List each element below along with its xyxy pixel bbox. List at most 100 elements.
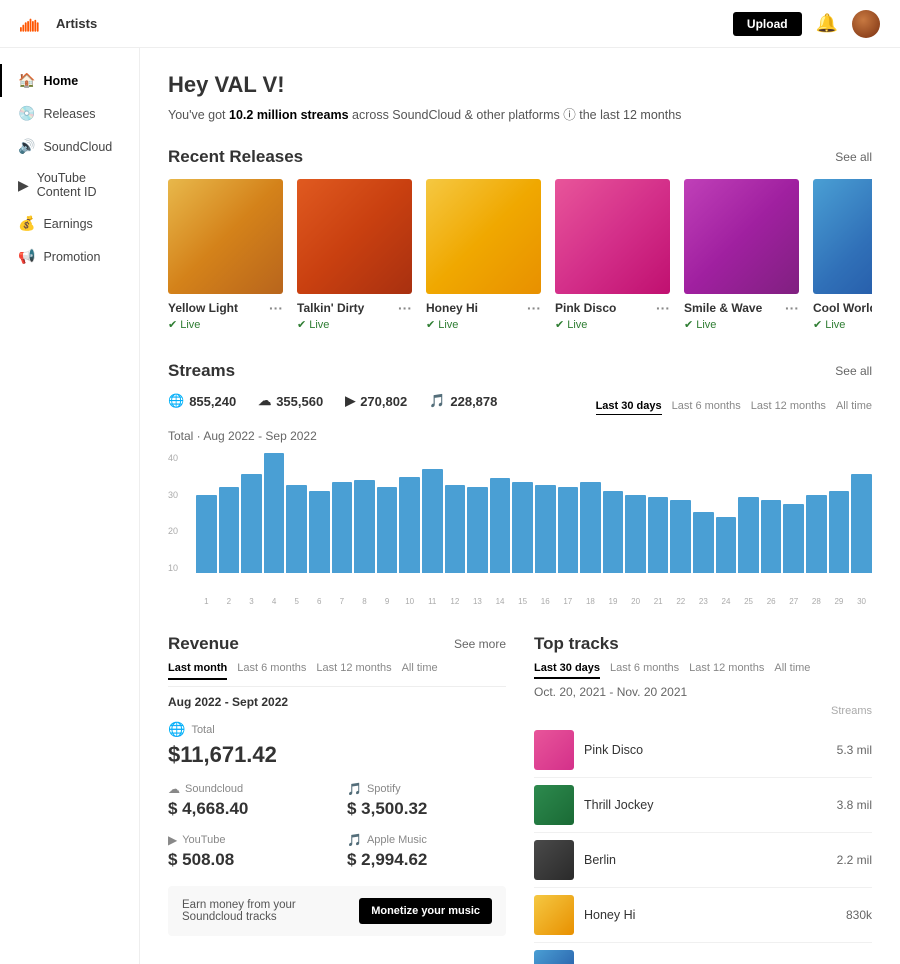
release-more-btn[interactable]: ···: [527, 300, 541, 316]
track-item[interactable]: Berlin 2.2 mil: [534, 833, 872, 888]
revenue-filter-btn[interactable]: All time: [402, 662, 438, 680]
chart-bar[interactable]: [467, 487, 488, 573]
release-more-btn[interactable]: ···: [785, 300, 799, 316]
x-axis-label: 16: [535, 597, 556, 606]
chart-bar[interactable]: [490, 478, 511, 573]
revenue-period: Aug 2022 - Sept 2022: [168, 695, 506, 709]
x-axis-label: 9: [377, 597, 398, 606]
tracks-filter-btn[interactable]: Last 12 months: [689, 662, 764, 679]
chart-bar[interactable]: [264, 453, 285, 573]
chart-bar[interactable]: [693, 512, 714, 573]
streams-filter-btn[interactable]: Last 30 days: [596, 398, 662, 415]
track-item[interactable]: Pink Disco 5.3 mil: [534, 723, 872, 778]
top-tracks-title: Top tracks: [534, 634, 872, 654]
chart-bar[interactable]: [241, 474, 262, 573]
sidebar-item-promotion[interactable]: 📢Promotion: [0, 240, 139, 273]
tracks-filter-btn[interactable]: Last 6 months: [610, 662, 679, 679]
track-item[interactable]: Honey Hi 830k: [534, 888, 872, 943]
chart-bar[interactable]: [377, 487, 398, 573]
streams-see-all[interactable]: See all: [835, 364, 872, 378]
releases-grid: Yellow Light ··· ✔ Live Talkin' Dirty ··…: [168, 179, 872, 331]
avatar[interactable]: [852, 10, 880, 38]
y-axis-label: 30: [168, 490, 178, 500]
release-item[interactable]: Honey Hi ··· ✔ Live: [426, 179, 541, 331]
chart-bar[interactable]: [399, 477, 420, 573]
track-name: Berlin: [584, 853, 827, 867]
chart-bar[interactable]: [851, 474, 872, 573]
main-content: Hey VAL V! You've got 10.2 million strea…: [140, 48, 900, 964]
release-item[interactable]: Pink Disco ··· ✔ Live: [555, 179, 670, 331]
revenue-filter-btn[interactable]: Last 12 months: [316, 662, 391, 680]
release-more-btn[interactable]: ···: [269, 300, 283, 316]
streams-filter-btn[interactable]: Last 12 months: [751, 398, 826, 415]
revenue-total-row: 🌐 Total: [168, 721, 506, 738]
chart-bar[interactable]: [219, 487, 240, 573]
chart-bar[interactable]: [445, 485, 466, 573]
chart-bar[interactable]: [716, 517, 737, 573]
revenue-filter-btn[interactable]: Last month: [168, 662, 227, 680]
release-status: ✔ Live: [684, 318, 799, 331]
release-item[interactable]: Talkin' Dirty ··· ✔ Live: [297, 179, 412, 331]
release-more-btn[interactable]: ···: [398, 300, 412, 316]
y-axis-label: 10: [168, 563, 178, 573]
track-item[interactable]: Thrill Jockey 3.8 mil: [534, 778, 872, 833]
releases-see-all[interactable]: See all: [835, 150, 872, 164]
earnings-icon: 💰: [18, 215, 35, 232]
chart-bar[interactable]: [829, 491, 850, 573]
upload-button[interactable]: Upload: [733, 12, 802, 36]
chart-bar[interactable]: [332, 482, 353, 573]
release-item[interactable]: Smile & Wave ··· ✔ Live: [684, 179, 799, 331]
sidebar-item-releases[interactable]: 💿Releases: [0, 97, 139, 130]
tracks-list: Pink Disco 5.3 mil Thrill Jockey 3.8 mil…: [534, 723, 872, 964]
chart-bar[interactable]: [535, 485, 556, 573]
release-item[interactable]: Cool World ··· ✔ Live: [813, 179, 872, 331]
x-axis-label: 2: [219, 597, 240, 606]
x-axis-label: 15: [512, 597, 533, 606]
chart-bar[interactable]: [648, 497, 669, 573]
revenue-filters: Last month Last 6 months Last 12 months All…: [168, 662, 506, 687]
track-item[interactable]: Conversations 670k: [534, 943, 872, 964]
chart-bar[interactable]: [670, 500, 691, 573]
rev-platform-icon: ▶: [168, 833, 177, 847]
track-streams: 830k: [846, 908, 872, 922]
chart-bar[interactable]: [354, 480, 375, 573]
notifications-icon[interactable]: 🔔: [816, 13, 838, 34]
release-title: Talkin' Dirty ···: [297, 300, 412, 316]
chart-bar[interactable]: [580, 482, 601, 573]
chart-bar[interactable]: [309, 491, 330, 573]
sidebar-item-soundcloud[interactable]: 🔊SoundCloud: [0, 130, 139, 163]
revenue-see-more[interactable]: See more: [454, 637, 506, 651]
chart-bar[interactable]: [783, 504, 804, 573]
chart-bar[interactable]: [512, 482, 533, 573]
chart-bar[interactable]: [196, 495, 217, 573]
sidebar-label-youtube: YouTube Content ID: [37, 171, 123, 199]
stream-platform-icon: 🎵: [429, 393, 445, 409]
monetize-button[interactable]: Monetize your music: [359, 898, 492, 924]
chart-bar[interactable]: [422, 469, 443, 573]
chart-x-labels: 1234567891011121314151617181920212223242…: [168, 597, 872, 606]
streams-filter-btn[interactable]: Last 6 months: [672, 398, 741, 415]
streams-filter-btn[interactable]: All time: [836, 398, 872, 415]
chart-bar[interactable]: [761, 500, 782, 573]
release-item[interactable]: Yellow Light ··· ✔ Live: [168, 179, 283, 331]
release-more-btn[interactable]: ···: [656, 300, 670, 316]
tracks-filter-btn[interactable]: Last 30 days: [534, 662, 600, 679]
chart-bar[interactable]: [738, 497, 759, 573]
track-art: [534, 730, 574, 770]
revenue-filter-btn[interactable]: Last 6 months: [237, 662, 306, 680]
tracks-header-row: Streams: [534, 705, 872, 717]
sidebar-item-youtube[interactable]: ▶YouTube Content ID: [0, 163, 139, 207]
streams-section: Streams See all 🌐855,240☁355,560▶270,802…: [168, 361, 872, 606]
chart-bar[interactable]: [625, 495, 646, 573]
greeting-prefix: You've got: [168, 108, 229, 122]
tracks-filter-btn[interactable]: All time: [774, 662, 810, 679]
rev-item-amount: $ 3,500.32: [347, 799, 506, 819]
chart-bar[interactable]: [603, 491, 624, 573]
chart-bar[interactable]: [286, 485, 307, 573]
x-axis-label: 6: [309, 597, 330, 606]
stream-value: 228,878: [450, 394, 497, 409]
chart-bar[interactable]: [806, 495, 827, 573]
chart-bar[interactable]: [558, 487, 579, 573]
sidebar-item-home[interactable]: 🏠Home: [0, 64, 139, 97]
sidebar-item-earnings[interactable]: 💰Earnings: [0, 207, 139, 240]
